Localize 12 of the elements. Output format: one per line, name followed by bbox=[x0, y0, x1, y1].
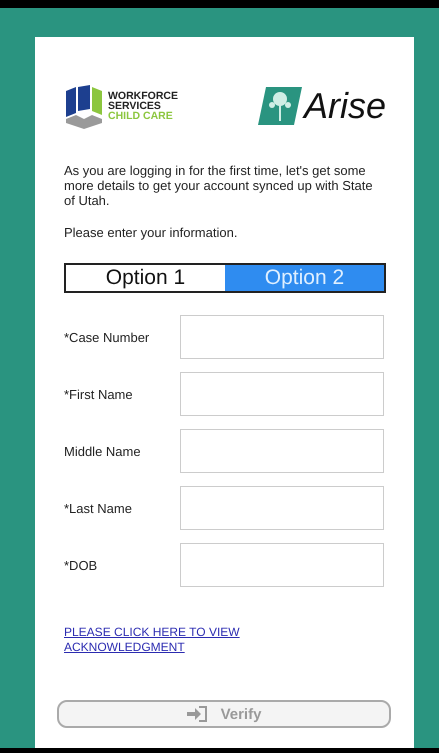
field-label: Middle Name bbox=[64, 444, 142, 458]
field-label: *Case Number bbox=[64, 330, 150, 344]
acknowledgment-link[interactable]: PLEASE CLICK HERE TO VIEW ACKNOWLEDGMENT bbox=[64, 625, 284, 655]
logo-text: CHILD CARE bbox=[108, 111, 174, 121]
logo-text: SERVICES bbox=[108, 101, 161, 111]
field-label: *First Name bbox=[64, 386, 134, 402]
field-label: *Last Name bbox=[64, 500, 133, 516]
logo-text: WORKFORCE bbox=[108, 91, 178, 101]
logo-text: Arise bbox=[304, 86, 386, 126]
intro-text: As you are logging in for the first time, let's get some more details to get your account synced up with State of Utah. bbox=[64, 163, 374, 208]
field-label: *DOB bbox=[64, 558, 98, 572]
prompt-text: Please enter your information. bbox=[64, 225, 238, 240]
